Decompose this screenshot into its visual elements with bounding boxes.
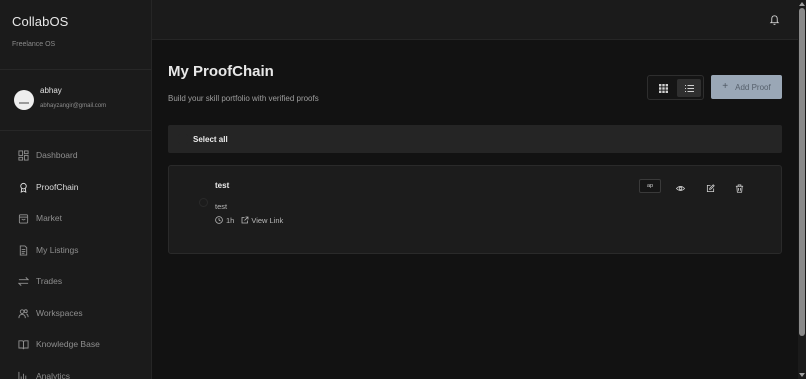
list-icon [684,84,694,92]
delete-proof-button[interactable] [733,182,745,194]
view-link[interactable]: View Link [241,216,283,225]
sidebar-item-proofchain[interactable]: ProofChain [0,175,151,199]
proof-title: test [215,181,230,190]
bell-icon[interactable] [769,14,780,25]
sidebar-item-label: Knowledge Base [36,339,100,349]
scrollbar[interactable] [798,0,806,379]
select-all-label: Select all [193,135,228,144]
proof-card[interactable]: test test 1h View Link ap [168,165,782,254]
scroll-up-arrow-icon[interactable] [798,0,806,8]
sidebar-item-label: Analytics [36,371,71,379]
shopping-bag-icon [18,213,29,224]
sidebar-item-label: ProofChain [36,182,79,192]
sidebar-item-knowledge-base[interactable]: Knowledge Base [0,332,151,356]
scroll-down-arrow-icon[interactable] [798,371,806,379]
sidebar-item-analytics[interactable]: Analytics [0,364,151,379]
select-all-bar: Select all [168,125,782,153]
view-mode-toggle [647,75,704,100]
sidebar-divider [0,130,152,131]
edit-icon [706,183,715,192]
users-icon [18,308,29,318]
book-open-icon [18,339,29,349]
page-title: My ProofChain [168,63,274,80]
external-link-icon [241,216,249,224]
grid-view-button[interactable] [651,79,675,97]
eye-icon [675,185,685,191]
sidebar-item-dashboard[interactable]: Dashboard [0,143,151,167]
select-all-checkbox[interactable] [178,134,188,144]
app-brand[interactable]: CollabOS [12,14,68,29]
sidebar-item-label: Market [36,213,62,223]
document-icon [19,244,28,256]
proof-description: test [215,202,228,211]
top-bar [152,0,798,40]
sidebar-item-workspaces[interactable]: Workspaces [0,301,151,325]
proof-meta: 1h View Link [215,215,283,225]
sidebar-item-label: Dashboard [36,150,78,160]
sidebar-item-label: Workspaces [36,308,83,318]
avatar[interactable] [14,90,34,110]
swap-arrows-icon [18,276,29,286]
view-link-label: View Link [251,215,284,225]
page-subtitle: Build your skill portfolio with verified… [168,94,319,103]
dashboard-icon [18,149,29,161]
grid-icon [658,83,668,93]
sidebar-divider [0,69,152,70]
sidebar-item-trades[interactable]: Trades [0,269,151,293]
add-proof-label: Add Proof [735,82,771,92]
view-proof-button[interactable] [674,182,686,194]
clock-icon [215,216,223,224]
add-proof-button[interactable]: + Add Proof [711,75,782,99]
award-icon [20,182,27,193]
proof-tag: ap [639,179,661,193]
proof-time: 1h [226,215,235,225]
avatar-placeholder [19,102,29,104]
edit-proof-button[interactable] [704,182,716,194]
user-name: abhay [40,86,62,95]
proof-select-checkbox[interactable] [199,198,208,207]
user-email: abhayzangir@gmail.com [40,103,107,109]
list-view-button[interactable] [677,79,701,97]
scrollbar-thumb[interactable] [799,8,805,336]
sidebar-item-label: Trades [36,276,63,286]
sidebar-item-my-listings[interactable]: My Listings [0,238,151,262]
sidebar: CollabOS Freelance OS abhay abhayzangir@… [0,0,152,379]
trash-icon [735,183,743,193]
plus-icon: + [722,81,729,92]
sidebar-item-market[interactable]: Market [0,206,151,230]
app-brand-subtitle: Freelance OS [12,41,56,48]
sidebar-item-label: My Listings [36,245,79,255]
bar-chart-icon [18,371,27,379]
